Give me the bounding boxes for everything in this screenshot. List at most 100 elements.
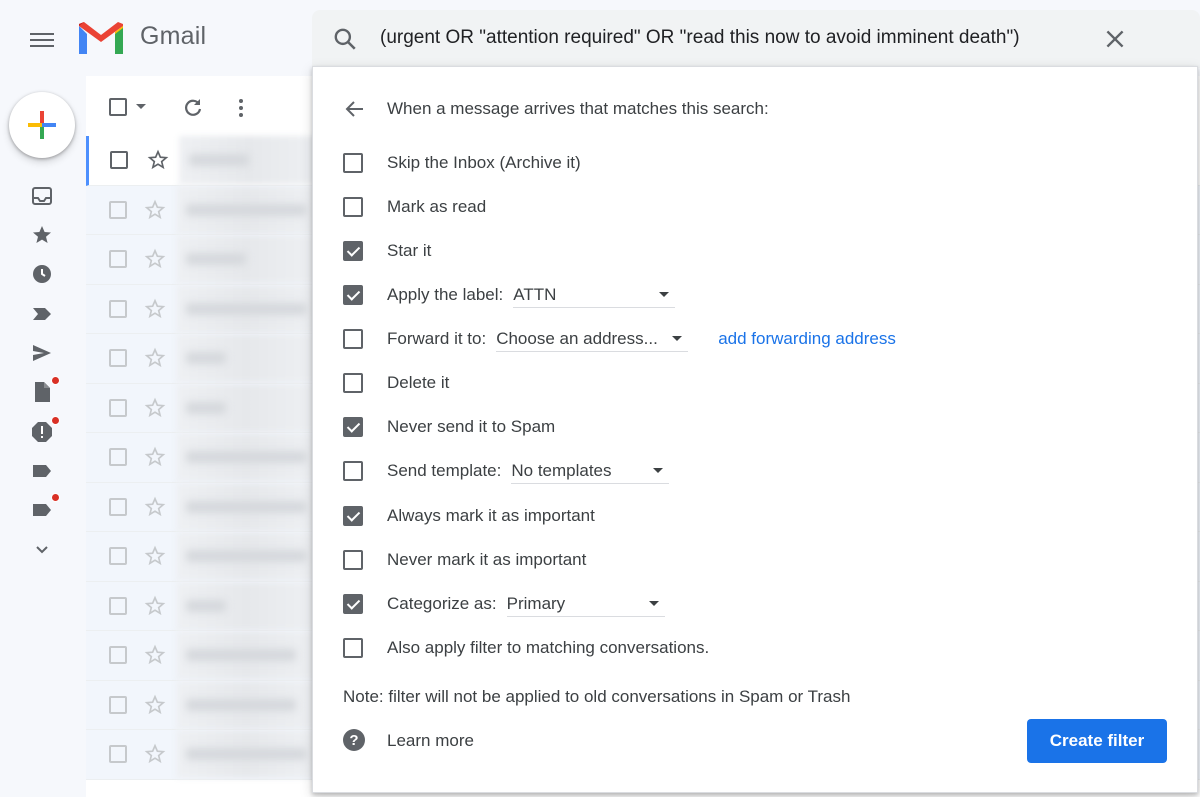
label-select[interactable]: ATTN (513, 282, 676, 308)
star-icon[interactable] (30, 223, 54, 247)
gmail-logo-icon[interactable] (76, 20, 126, 63)
always-important-checkbox[interactable] (343, 506, 363, 526)
star-outline-icon[interactable] (144, 347, 166, 374)
mark-read-label: Mark as read (387, 197, 487, 216)
clock-icon[interactable] (30, 262, 54, 286)
forward-address-value: Choose an address... (496, 328, 658, 348)
blurred-content (186, 550, 306, 562)
star-outline-icon[interactable] (144, 694, 166, 721)
star-outline-icon[interactable] (144, 298, 166, 325)
row-checkbox[interactable] (109, 299, 127, 318)
blurred-content (186, 253, 246, 265)
star-outline-icon[interactable] (144, 248, 166, 275)
create-filter-button[interactable]: Create filter (1027, 719, 1167, 763)
star-outline-icon[interactable] (144, 199, 166, 226)
help-icon[interactable]: ? (343, 729, 365, 751)
never-spam-checkbox[interactable] (343, 417, 363, 437)
template-select[interactable]: No templates (511, 458, 670, 484)
filter-note: Note: filter will not be applied to old … (343, 687, 851, 706)
learn-more-link[interactable]: Learn more (387, 731, 474, 751)
plus-icon (28, 111, 56, 139)
row-checkbox[interactable] (110, 151, 128, 169)
inbox-icon[interactable] (30, 184, 54, 208)
close-icon[interactable] (1102, 26, 1128, 57)
skip-inbox-label: Skip the Inbox (Archive it) (387, 153, 581, 172)
star-it-checkbox[interactable] (343, 241, 363, 261)
template-select-value: No templates (511, 460, 612, 480)
add-forwarding-address-link[interactable]: add forwarding address (718, 329, 896, 349)
row-checkbox[interactable] (109, 250, 127, 268)
apply-label-checkbox[interactable] (343, 285, 363, 305)
option-send-template: Send template: No templates (343, 456, 670, 486)
star-outline-icon[interactable] (144, 496, 166, 523)
row-checkbox[interactable] (109, 497, 127, 516)
blurred-content (186, 401, 226, 414)
star-outline-icon[interactable] (144, 743, 166, 770)
never-important-checkbox[interactable] (343, 550, 363, 570)
also-apply-label: Also apply filter to matching conversati… (387, 638, 710, 657)
option-star-it: Star it (343, 236, 431, 266)
search-input[interactable]: (urgent OR "attention required" OR "read… (380, 27, 1020, 49)
search-icon[interactable] (332, 26, 358, 57)
label-icon[interactable] (30, 459, 54, 483)
create-filter-panel: When a message arrives that matches this… (312, 66, 1198, 793)
blurred-content (186, 698, 296, 711)
row-checkbox[interactable] (109, 398, 127, 417)
row-checkbox[interactable] (109, 596, 127, 615)
category-select-value: Primary (506, 593, 566, 613)
select-all-checkbox[interactable] (109, 98, 127, 116)
blurred-content (186, 500, 306, 513)
row-checkbox[interactable] (109, 646, 127, 664)
send-template-checkbox[interactable] (343, 461, 363, 481)
back-arrow-icon[interactable] (343, 97, 367, 126)
never-spam-label: Never send it to Spam (387, 417, 556, 436)
main-menu-icon[interactable] (26, 24, 58, 56)
important-icon[interactable] (30, 302, 54, 326)
send-template-label: Send template: (387, 461, 502, 480)
blurred-content (186, 748, 306, 760)
send-icon[interactable] (30, 341, 54, 365)
forward-address-select[interactable]: Choose an address... (496, 326, 689, 352)
also-apply-checkbox[interactable] (343, 638, 363, 658)
skip-inbox-checkbox[interactable] (343, 153, 363, 173)
star-outline-icon[interactable] (144, 545, 166, 572)
mark-read-checkbox[interactable] (343, 197, 363, 217)
categorize-checkbox[interactable] (343, 594, 363, 614)
compose-button[interactable] (9, 92, 75, 158)
row-checkbox[interactable] (109, 547, 127, 565)
star-it-label: Star it (387, 241, 432, 260)
chevron-down-icon[interactable] (30, 538, 54, 562)
spam-icon[interactable] (30, 420, 54, 444)
star-outline-icon[interactable] (147, 149, 169, 176)
delete-checkbox[interactable] (343, 373, 363, 393)
category-select[interactable]: Primary (506, 591, 665, 617)
row-checkbox[interactable] (109, 200, 127, 219)
star-outline-icon[interactable] (144, 595, 166, 622)
star-outline-icon[interactable] (144, 644, 166, 671)
option-apply-label: Apply the label: ATTN (343, 280, 676, 310)
dropdown-caret-icon (672, 336, 683, 341)
select-menu-caret-icon[interactable] (136, 104, 146, 109)
blurred-content (186, 203, 306, 216)
star-outline-icon[interactable] (144, 397, 166, 424)
refresh-icon[interactable] (181, 96, 205, 125)
notification-dot (51, 416, 60, 425)
row-checkbox[interactable] (109, 695, 127, 714)
dropdown-caret-icon (653, 468, 664, 473)
notification-dot (51, 376, 60, 385)
draft-icon[interactable] (30, 380, 54, 404)
star-outline-icon[interactable] (144, 446, 166, 473)
notification-dot (51, 493, 60, 502)
label-icon[interactable] (30, 498, 54, 522)
row-checkbox[interactable] (109, 448, 127, 466)
categorize-label: Categorize as: (387, 594, 497, 613)
top-bar: Gmail (urgent OR "attention required" OR… (0, 0, 1200, 76)
dropdown-caret-icon (648, 601, 659, 606)
row-checkbox[interactable] (109, 349, 127, 367)
row-checkbox[interactable] (109, 745, 127, 763)
blurred-content (186, 352, 226, 364)
search-bar[interactable]: (urgent OR "attention required" OR "read… (312, 10, 1200, 68)
forward-checkbox[interactable] (343, 329, 363, 349)
more-options-icon[interactable] (236, 96, 246, 125)
label-select-value: ATTN (513, 284, 557, 304)
